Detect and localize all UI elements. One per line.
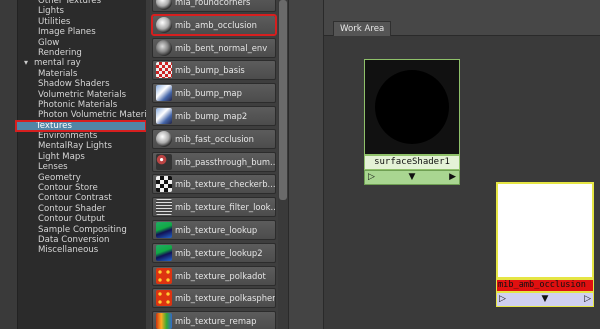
node-button-mib-texture-polkadot[interactable]: mib_texture_polkadot <box>152 265 276 286</box>
node-button-label: mib_texture_lookup <box>175 224 258 235</box>
remap-icon <box>156 313 172 329</box>
node-button-label: mib_bump_map <box>175 88 242 99</box>
node-list: mia_roundcorners mib_amb_occlusion mib_ben… <box>151 0 277 329</box>
input-port-icon[interactable]: ▷ <box>499 295 506 304</box>
surfaceshader-node[interactable]: surfaceShader1 ▷ ▼ ▶ <box>364 59 460 186</box>
node-button-label: mib_texture_lookup2 <box>175 247 263 258</box>
lookup-icon <box>156 221 172 238</box>
output-port-icon[interactable]: ▶ <box>449 173 456 182</box>
panel-divider[interactable] <box>288 0 323 329</box>
node-button-label: mib_bent_normal_env <box>175 42 268 53</box>
node-button-mib-texture-lookup[interactable]: mib_texture_lookup <box>152 219 276 240</box>
lookup-icon <box>156 244 172 261</box>
tree-item-contour-shader[interactable]: Contour Shader <box>18 204 146 214</box>
node-list-scrollbar[interactable] <box>278 0 288 329</box>
node-button-mib-bent-normal-env[interactable]: mib_bent_normal_env <box>152 37 276 58</box>
input-port-icon[interactable]: ▷ <box>368 173 375 182</box>
tree-list: Other Textures Lights Utilities Image Plane… <box>15 0 146 256</box>
node-button-mib-fast-occlusion[interactable]: mib_fast_occlusion <box>152 128 276 149</box>
node-button-label: mib_amb_occlusion <box>175 19 257 30</box>
tree-item-miscellaneous[interactable]: Miscellaneous <box>18 245 146 255</box>
tree-item-geometry[interactable]: Geometry <box>18 173 146 183</box>
sphere-icon <box>156 39 172 56</box>
node-button-label: mia_roundcorners <box>175 0 251 7</box>
tree-item-materials[interactable]: Materials <box>18 69 146 79</box>
tree-item-sample-compositing[interactable]: Sample Compositing <box>18 225 146 235</box>
bump-icon <box>156 62 172 79</box>
tree-item-glow[interactable]: Glow <box>18 38 146 48</box>
node-button-label: mib_texture_polkadot <box>175 270 266 281</box>
tree-item-rendering[interactable]: Rendering <box>18 48 146 58</box>
polka-icon <box>156 267 172 284</box>
category-tree: Other Textures Lights Utilities Image Plane… <box>0 0 146 329</box>
polka-icon <box>156 290 172 307</box>
tree-item-light-maps[interactable]: Light Maps <box>18 152 146 162</box>
tab-strip: Work Area <box>324 0 600 37</box>
surfaceshader-ports: ▷ ▼ ▶ <box>364 170 460 185</box>
surfaceshader-node-label[interactable]: surfaceShader1 <box>364 155 460 170</box>
tree-item-image-planes[interactable]: Image Planes <box>18 27 146 37</box>
work-area-panel: Work Area surfaceShader1 ▷ ▼ ▶ mib_amb_o… <box>323 0 600 329</box>
node-button-mib-bump-map[interactable]: mib_bump_map <box>152 83 276 104</box>
node-button-mib-passthrough-bum[interactable]: mib_passthrough_bum... <box>152 151 276 172</box>
amb-occlusion-swatch[interactable] <box>496 182 594 279</box>
sphere-icon <box>156 0 172 10</box>
amb-occlusion-node[interactable]: mib_amb_occlusion ▷ ▼ ▷ <box>496 182 594 307</box>
node-button-mib-texture-filter-look[interactable]: mib_texture_filter_look... <box>152 197 276 218</box>
node-button-mib-texture-polkasphere[interactable]: mib_texture_polkasphere <box>152 288 276 309</box>
amb-occlusion-node-label[interactable]: mib_amb_occlusion <box>496 279 594 292</box>
tree-item-contour-output[interactable]: Contour Output <box>18 214 146 224</box>
tree-item-volumetric-materials[interactable]: Volumetric Materials <box>18 90 146 100</box>
sphere-icon <box>156 16 172 33</box>
shader-preview-ball <box>375 70 449 144</box>
tree-item-environments[interactable]: Environments <box>18 131 146 141</box>
node-button-label: mib_fast_occlusion <box>175 133 254 144</box>
lines-icon <box>156 199 172 216</box>
node-button-label: mib_passthrough_bum... <box>175 156 276 167</box>
node-button-label: mib_texture_checkerb... <box>175 179 276 190</box>
tree-item-textures[interactable]: Textures <box>15 119 146 133</box>
scrollbar-thumb[interactable] <box>279 0 287 200</box>
expand-arrow-icon[interactable]: ▼ <box>542 295 549 304</box>
node-button-mib-texture-checkerb[interactable]: mib_texture_checkerb... <box>152 174 276 195</box>
node-button-label: mib_bump_map2 <box>175 110 248 121</box>
tree-gutter <box>0 0 18 329</box>
tab-work-area[interactable]: Work Area <box>333 21 392 37</box>
surfaceshader-swatch[interactable] <box>364 59 460 155</box>
tree-item-shadow-shaders[interactable]: Shadow Shaders <box>18 79 146 89</box>
node-button-mib-bump-map2[interactable]: mib_bump_map2 <box>152 105 276 126</box>
tree-item-photon-volumetric-materi[interactable]: Photon Volumetric Materi <box>18 110 146 120</box>
node-button-mib-bump-basis[interactable]: mib_bump_basis <box>152 60 276 81</box>
node-button-mib-amb-occlusion[interactable]: mib_amb_occlusion <box>151 13 277 36</box>
tree-item-lenses[interactable]: Lenses <box>18 162 146 172</box>
node-canvas[interactable]: surfaceShader1 ▷ ▼ ▶ mib_amb_occlusion ▷… <box>324 36 600 329</box>
tree-item-utilities[interactable]: Utilities <box>18 17 146 27</box>
node-button-mib-texture-lookup2[interactable]: mib_texture_lookup2 <box>152 242 276 263</box>
node-button-label: mib_texture_remap <box>175 316 257 327</box>
map-icon <box>156 85 172 102</box>
output-port-icon[interactable]: ▷ <box>584 295 591 304</box>
tree-item-mental-ray[interactable]: mental ray <box>18 58 146 68</box>
node-list-panel: mia_roundcorners mib_amb_occlusion mib_ben… <box>150 0 278 329</box>
node-button-label: mib_texture_polkasphere <box>175 293 276 304</box>
sphere-icon <box>156 130 172 147</box>
node-button-mib-texture-remap[interactable]: mib_texture_remap <box>152 311 276 329</box>
node-button-label: mib_texture_filter_look... <box>175 202 276 213</box>
passthrough-icon <box>156 153 172 170</box>
amb-occlusion-ports: ▷ ▼ ▷ <box>496 292 594 307</box>
node-button-mia-roundcorners[interactable]: mia_roundcorners <box>152 0 276 12</box>
map-icon <box>156 107 172 124</box>
tree-item-photonic-materials[interactable]: Photonic Materials <box>18 100 146 110</box>
tree-item-contour-contrast[interactable]: Contour Contrast <box>18 193 146 203</box>
tree-item-data-conversion[interactable]: Data Conversion <box>18 235 146 245</box>
tree-item-lights[interactable]: Lights <box>18 6 146 16</box>
tree-item-contour-store[interactable]: Contour Store <box>18 183 146 193</box>
tree-item-mentalray-lights[interactable]: MentalRay Lights <box>18 141 146 151</box>
expand-arrow-icon[interactable]: ▼ <box>409 173 416 182</box>
checker-icon <box>156 176 172 193</box>
node-button-label: mib_bump_basis <box>175 65 245 76</box>
